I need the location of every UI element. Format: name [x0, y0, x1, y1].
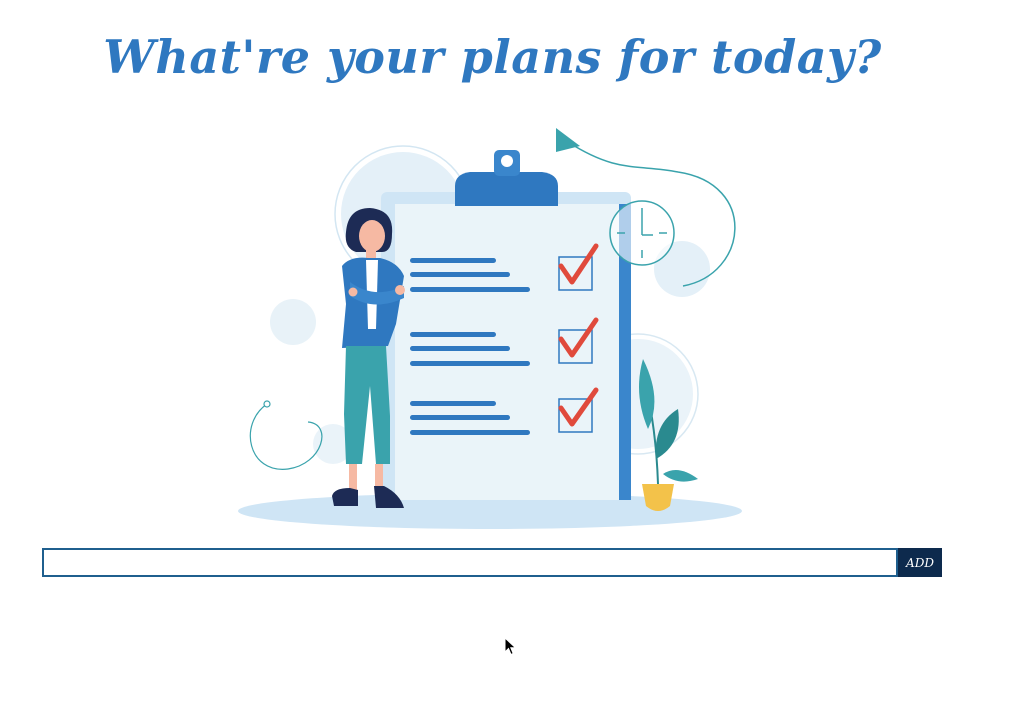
- bg-circle-small: [270, 299, 316, 345]
- page-title: What're your plans for today?: [103, 30, 882, 84]
- add-button[interactable]: ADD: [898, 548, 942, 577]
- clipboard-clip: [455, 172, 558, 206]
- mouse-pointer-icon: [504, 637, 517, 656]
- arrow-head-icon: [556, 128, 580, 152]
- todo-input[interactable]: [42, 548, 898, 577]
- app-root: What're your plans for today? ADD: [0, 0, 1024, 708]
- add-todo-form: ADD: [42, 548, 942, 577]
- checklist-illustration: [238, 128, 742, 529]
- clock-icon: [609, 200, 675, 266]
